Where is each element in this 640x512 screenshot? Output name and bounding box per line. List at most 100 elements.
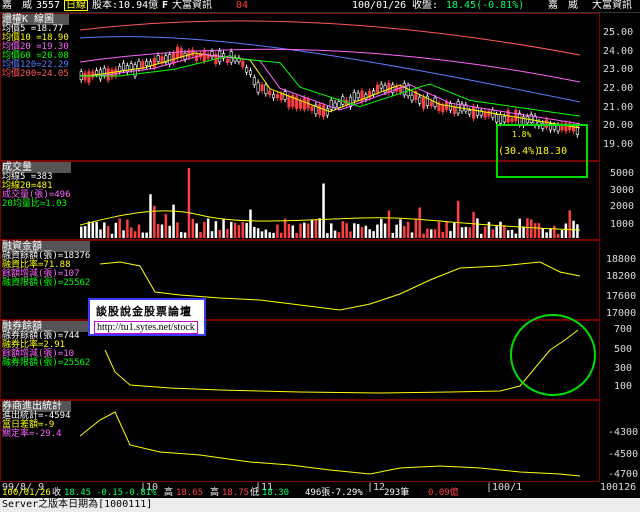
volume-bar — [391, 232, 395, 238]
volume-bar — [430, 229, 433, 238]
volume-bar — [437, 221, 441, 238]
price-candle — [372, 90, 376, 95]
volume-bar — [180, 232, 183, 238]
margin-tick: 17000 — [606, 308, 637, 319]
volume-bar — [299, 223, 302, 238]
price-candle — [248, 70, 253, 75]
volume-bar — [91, 222, 95, 238]
volume-bar — [118, 218, 121, 238]
short-tick: 100 — [614, 381, 633, 392]
volume-bar — [533, 223, 537, 238]
price-tick: 24.00 — [603, 46, 634, 57]
volume-bar — [199, 231, 202, 238]
price-candle — [122, 62, 126, 71]
volume-bar — [210, 231, 214, 238]
price-candle — [475, 107, 479, 116]
ma200-line — [79, 20, 581, 56]
price-candle — [325, 108, 329, 116]
volume-bar — [183, 232, 187, 238]
price-candle — [356, 92, 360, 99]
legend-margin-limit: 融資限額(張)=25562 — [2, 278, 91, 288]
price-candle — [252, 77, 256, 86]
price-candle — [275, 94, 279, 99]
volume-bar — [310, 219, 314, 238]
volume-bar — [222, 218, 225, 238]
forum-banner[interactable]: 談股說金股票論壇 http://tu1.sytes.net/stock — [88, 298, 206, 336]
price-candle — [152, 57, 156, 68]
volume-tick: 2000 — [610, 201, 635, 212]
margin-tick: 18800 — [606, 254, 637, 265]
annotation-mid: 1.8% — [512, 130, 532, 139]
volume-bar — [314, 220, 318, 238]
info-close: 18.45 — [64, 488, 92, 498]
status-bar: Server之版本日期為[1000111] — [0, 498, 640, 512]
volume-bar — [399, 219, 402, 238]
price-candle — [137, 61, 141, 69]
price-candle — [352, 91, 356, 101]
forum-url[interactable]: http://tu1.sytes.net/stock — [94, 321, 198, 334]
info-high: 18.65 — [176, 488, 204, 498]
info-turnover: 0.09億 — [428, 488, 459, 498]
volume-bar — [149, 194, 152, 238]
price-candle — [256, 82, 260, 93]
volume-bar — [345, 223, 348, 238]
price-candle — [322, 105, 326, 117]
volume-bar — [441, 231, 445, 238]
volume-bar — [464, 226, 468, 238]
volume-bar — [214, 221, 218, 238]
volume-bar — [418, 207, 421, 238]
price-candle — [83, 72, 87, 81]
price-candle — [279, 93, 283, 101]
volume-tick: 3000 — [610, 185, 635, 196]
price-candle — [268, 90, 272, 96]
volume-bar — [506, 230, 510, 238]
volume-bar — [203, 221, 206, 238]
price-candle — [283, 91, 287, 100]
volume-bar — [80, 226, 83, 238]
price-candle — [333, 102, 337, 108]
price-candle — [502, 115, 506, 123]
volume-bar — [276, 224, 279, 238]
volume-tick: 1000 — [610, 219, 635, 230]
volume-bar — [556, 233, 560, 238]
price-candle — [129, 63, 133, 71]
price-candle — [375, 84, 379, 93]
price-candle — [495, 114, 499, 123]
volume-bar — [264, 229, 268, 238]
margin-tick: 17600 — [606, 291, 637, 302]
price-candle — [387, 82, 391, 93]
price-candle — [525, 116, 529, 124]
volume-bar — [83, 226, 87, 238]
volume-bar — [87, 221, 91, 238]
volume-bar — [460, 227, 464, 238]
info-change: -0.15 — [96, 488, 124, 498]
volume-bar — [249, 209, 252, 238]
price-candle — [410, 94, 414, 101]
volume-bar — [530, 219, 533, 238]
price-candle — [360, 90, 364, 103]
volume-bar — [318, 218, 321, 238]
volume-bar — [303, 222, 306, 238]
info-date: 100/01/26 — [2, 488, 51, 498]
volume-legend: 成交量 均線5 =383 均線20=481 成交量(張)=496 20均量比=1… — [2, 162, 71, 209]
info-volume: 496張-7.29% — [305, 488, 363, 498]
volume-bar — [153, 205, 156, 238]
price-candle — [518, 112, 522, 125]
flow-line — [79, 411, 581, 477]
volume-bar — [349, 231, 352, 238]
volume-bar — [433, 229, 437, 238]
legend-short-limit: 融券限額(張)=25562 — [2, 358, 91, 368]
price-candle — [287, 95, 291, 108]
short-legend: 融券餘額 融券餘額(張)=744 融券比率=2.91 餘額增減(張)=10 融券… — [2, 321, 91, 368]
volume-bar — [356, 224, 360, 238]
volume-bar — [372, 231, 375, 238]
volume-bar — [576, 224, 579, 238]
volume-bar — [445, 221, 448, 238]
volume-bar — [426, 228, 429, 238]
volume-bar — [510, 229, 514, 238]
volume-bar — [326, 233, 329, 238]
volume-bar — [376, 224, 379, 238]
price-candle — [468, 110, 472, 115]
volume-bar — [114, 222, 118, 238]
margin-tick: 18200 — [606, 271, 637, 282]
